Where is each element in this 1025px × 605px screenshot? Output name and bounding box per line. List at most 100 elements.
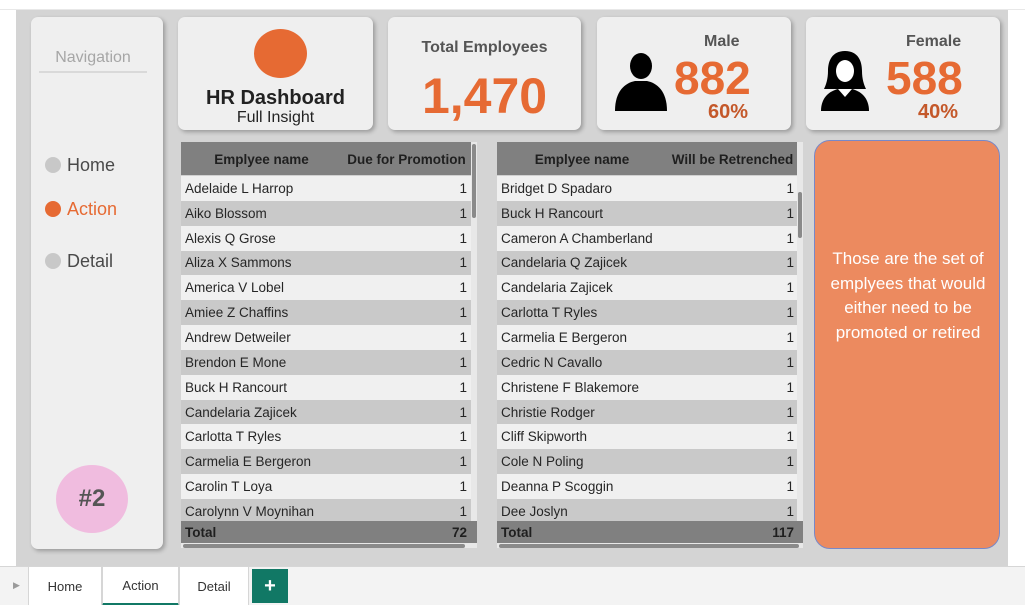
tab-home[interactable]: Home <box>28 567 102 605</box>
employee-name-cell: Candelaria Zajicek <box>501 280 613 296</box>
table-row[interactable]: Buck H Rancourt 1 <box>497 200 803 226</box>
scrollbar-thumb[interactable] <box>798 192 802 238</box>
employee-name-cell: Christene F Blakemore <box>501 379 640 395</box>
value-cell: 1 <box>786 230 794 246</box>
value-cell: 1 <box>459 503 467 519</box>
value-cell: 1 <box>459 205 467 221</box>
table-row[interactable]: Amiee Z Chaffins 1 <box>181 300 477 326</box>
value-cell: 1 <box>786 404 794 420</box>
table-row[interactable]: Carolin T Loya 1 <box>181 474 477 499</box>
column-header-employee-name[interactable]: Emplyee name <box>497 142 667 176</box>
value-cell: 1 <box>786 479 794 495</box>
retrenchment-table: Emplyee name Will be Retrenched Bridget … <box>497 142 803 548</box>
employee-name-cell: Aliza X Sammons <box>185 255 292 271</box>
column-header-will-be-retrenched[interactable]: Will be Retrenched <box>667 142 798 176</box>
value-cell: 1 <box>786 454 794 470</box>
total-employees-value: 1,470 <box>421 68 548 124</box>
note-box: Those are the set of emplyees that would… <box>814 140 1000 549</box>
horizontal-scrollbar[interactable] <box>183 544 465 548</box>
employee-name-cell: Deanna P Scoggin <box>501 479 614 495</box>
value-cell: 1 <box>459 180 467 196</box>
table-row[interactable]: Carmelia E Bergeron 1 <box>181 449 477 475</box>
table-row[interactable]: Adelaide L Harrop 1 <box>181 176 477 201</box>
table-body: Adelaide L Harrop 1 Aiko Blossom 1 Alexis Q … <box>181 176 477 524</box>
total-employees-card: Total Employees 1,470 <box>388 17 581 130</box>
tab-detail[interactable]: Detail <box>179 567 249 605</box>
nav-item-action[interactable]: Action <box>45 198 117 220</box>
hr-dashboard-card: HR Dashboard Full Insight <box>178 17 373 130</box>
value-cell: 1 <box>786 429 794 445</box>
table-total-row: Total 117 <box>497 521 803 543</box>
radio-dot-icon <box>45 201 61 217</box>
female-card: Female 588 40% <box>806 17 1000 130</box>
table-row[interactable]: America V Lobel 1 <box>181 275 477 301</box>
table-row[interactable]: Andrew Detweiler 1 <box>181 325 477 350</box>
value-cell: 1 <box>786 280 794 296</box>
employee-name-cell: Brendon E Mone <box>185 354 287 370</box>
horizontal-scrollbar[interactable] <box>499 544 799 548</box>
table-body: Bridget D Spadaro 1 Buck H Rancourt 1 Camero… <box>497 176 803 524</box>
table-row[interactable]: Carlotta T Ryles 1 <box>497 300 803 326</box>
employee-name-cell: Buck H Rancourt <box>185 379 288 395</box>
total-label: Total <box>185 524 217 540</box>
table-row[interactable]: Christie Rodger 1 <box>497 399 803 425</box>
tab-action[interactable]: Action <box>102 567 179 605</box>
nav-item-home[interactable]: Home <box>45 154 115 176</box>
employee-name-cell: Buck H Rancourt <box>501 205 604 221</box>
dashboard-title: HR Dashboard <box>206 87 345 109</box>
radio-dot-icon <box>45 157 61 173</box>
male-card: Male 882 60% <box>597 17 791 130</box>
female-count: 588 <box>886 52 963 104</box>
table-row[interactable]: Cedric N Cavallo 1 <box>497 349 803 375</box>
value-cell: 1 <box>459 479 467 495</box>
value-cell: 1 <box>786 354 794 370</box>
table-header: Emplyee name Due for Promotion <box>181 142 477 176</box>
value-cell: 1 <box>459 305 467 321</box>
table-row[interactable]: Bridget D Spadaro 1 <box>497 176 803 201</box>
female-person-icon <box>821 51 869 111</box>
table-row[interactable]: Cameron A Chamberland 1 <box>497 225 803 251</box>
table-row[interactable]: Candelaria Zajicek 1 <box>497 275 803 301</box>
employee-name-cell: Candelaria Q Zajicek <box>501 255 628 271</box>
male-person-icon <box>615 53 667 111</box>
value-cell: 1 <box>459 429 467 445</box>
column-header-employee-name[interactable]: Emplyee name <box>181 142 342 176</box>
table-row[interactable]: Brendon E Mone 1 <box>181 349 477 375</box>
vertical-scrollbar[interactable] <box>797 142 803 521</box>
table-row[interactable]: Buck H Rancourt 1 <box>181 374 477 400</box>
promotion-table: Emplyee name Due for Promotion Adelaide … <box>181 142 477 548</box>
scrollbar-thumb[interactable] <box>472 144 476 218</box>
table-row[interactable]: Carlotta T Ryles 1 <box>181 424 477 450</box>
employee-name-cell: Amiee Z Chaffins <box>185 305 289 321</box>
table-row[interactable]: Aiko Blossom 1 <box>181 200 477 226</box>
nav-item-label: Detail <box>67 250 114 271</box>
note-text: Those are the set of emplyees that would… <box>830 249 986 342</box>
add-page-button[interactable]: + <box>252 569 288 603</box>
table-row[interactable]: Cliff Skipworth 1 <box>497 424 803 450</box>
employee-name-cell: Candelaria Zajicek <box>185 404 297 420</box>
total-employees-label: Total Employees <box>421 39 548 56</box>
value-cell: 1 <box>786 255 794 271</box>
nav-item-detail[interactable]: Detail <box>45 250 113 272</box>
male-percent: 60% <box>708 101 749 123</box>
table-row[interactable]: Candelaria Q Zajicek 1 <box>497 250 803 276</box>
nav-item-label: Action <box>67 198 118 219</box>
total-label: Total <box>501 524 533 540</box>
employee-name-cell: Andrew Detweiler <box>185 329 291 345</box>
table-row[interactable]: Cole N Poling 1 <box>497 449 803 475</box>
table-row[interactable]: Candelaria Zajicek 1 <box>181 399 477 425</box>
tab-scroll-left-icon[interactable]: ▶ <box>13 580 20 591</box>
table-row[interactable]: Alexis Q Grose 1 <box>181 225 477 251</box>
table-row[interactable]: Deanna P Scoggin 1 <box>497 474 803 499</box>
table-row[interactable]: Carmelia E Bergeron 1 <box>497 325 803 350</box>
employee-name-cell: Cedric N Cavallo <box>501 354 603 370</box>
table-row[interactable]: Christene F Blakemore 1 <box>497 374 803 400</box>
employee-name-cell: Carlotta T Ryles <box>501 305 598 321</box>
female-percent: 40% <box>918 101 959 123</box>
table-row[interactable]: Aliza X Sammons 1 <box>181 250 477 276</box>
column-header-due-for-promotion[interactable]: Due for Promotion <box>342 142 471 176</box>
value-cell: 1 <box>459 379 467 395</box>
total-value: 117 <box>772 524 794 540</box>
vertical-scrollbar[interactable] <box>471 142 477 521</box>
value-cell: 1 <box>459 404 467 420</box>
